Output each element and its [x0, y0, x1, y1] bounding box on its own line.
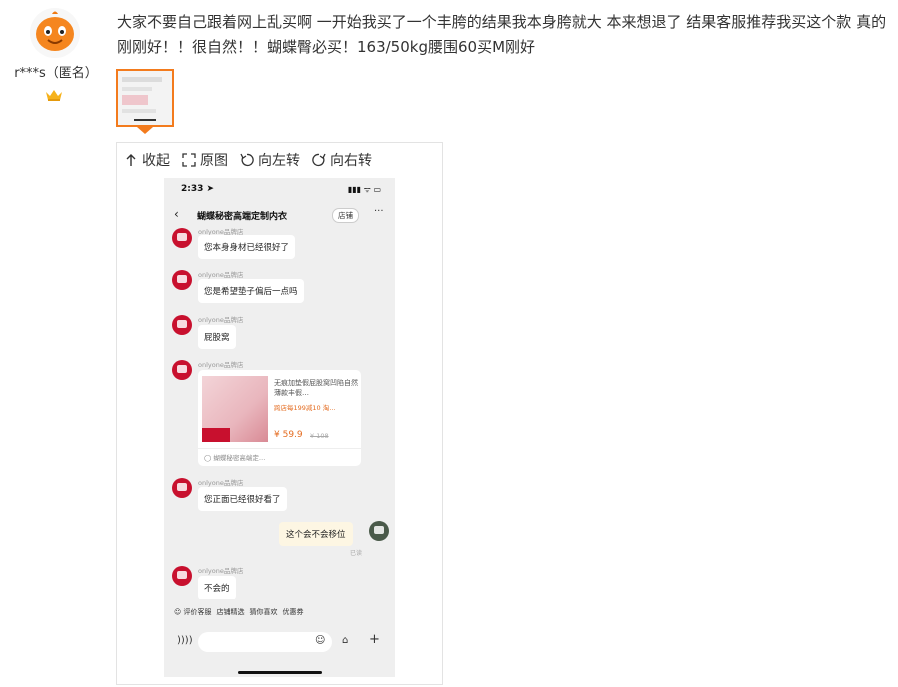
- shop-avatar: [172, 228, 192, 248]
- shop-avatar: [172, 478, 192, 498]
- message-sender: onlyone品牌店: [198, 479, 244, 487]
- shop-avatar: [172, 315, 192, 335]
- product-shop: ◯ 蝴蝶秘密高端定…: [204, 454, 266, 462]
- shop-bag-icon: ⌂: [342, 635, 349, 646]
- message-bubble: 您本身身材已经很好了: [198, 235, 296, 259]
- review-image-thumbnail[interactable]: [116, 69, 174, 127]
- review-text: 大家不要自己跟着网上乱买啊 一开始我买了一个丰胯的结果我本身胯就大 本来想退了 …: [117, 13, 887, 56]
- orange-mascot-avatar: [30, 8, 80, 58]
- rotate-right-label: 向右转: [330, 153, 372, 169]
- user-avatar-small: [369, 521, 389, 541]
- plus-icon: +: [369, 632, 380, 647]
- status-time: 2:33 ➤: [181, 184, 215, 194]
- quick-reply: 猜你喜欢: [249, 608, 278, 616]
- crown-icon: [44, 87, 64, 101]
- shop-avatar: [172, 270, 192, 290]
- back-icon: ‹: [174, 207, 179, 221]
- original-image-button[interactable]: 原图: [182, 150, 228, 170]
- rotate-left-button[interactable]: 向左转: [240, 150, 300, 170]
- expand-icon: [182, 153, 196, 167]
- message-sender: onlyone品牌店: [198, 567, 244, 575]
- collapse-button[interactable]: 收起: [124, 150, 170, 170]
- original-label: 原图: [200, 153, 228, 169]
- message-sender: onlyone品牌店: [198, 316, 244, 324]
- chat-screenshot-image: 2:33 ➤ ▮▮▮ ᯤ ▭ ‹ 蝴蝶秘密高端定制内衣 店铺 ··· onlyo…: [164, 178, 395, 677]
- home-indicator: [238, 671, 322, 674]
- rotate-right-button[interactable]: 向右转: [312, 150, 372, 170]
- chat-title: 蝴蝶秘密高端定制内衣: [197, 212, 288, 222]
- message-bubble: 您正面已经很好看了: [198, 487, 287, 511]
- emoji-icon: ☺: [315, 635, 326, 646]
- product-promo: 跨店每199减10 淘…: [274, 404, 336, 412]
- status-icons: ▮▮▮ ᯤ ▭: [347, 185, 381, 194]
- rotate-right-icon: [312, 153, 326, 167]
- chat-input-bar: )))) ☺ ⌂ +: [164, 625, 395, 677]
- product-price: ¥ 59.9: [274, 430, 303, 440]
- quick-reply: 店铺精选: [216, 608, 245, 616]
- product-card: 无痕加垫假屁股窝凹陷自然薄款丰假… 跨店每199减10 淘… ¥ 59.9 ¥ …: [198, 370, 361, 466]
- message-sender: onlyone品牌店: [198, 361, 244, 369]
- thumbnail-pointer: [137, 127, 153, 134]
- card-divider: [198, 448, 361, 449]
- chat-header: ‹ 蝴蝶秘密高端定制内衣 店铺 ···: [164, 200, 395, 228]
- product-title: 无痕加垫假屁股窝凹陷自然薄款丰假…: [274, 379, 358, 397]
- message-sender: onlyone品牌店: [198, 271, 244, 279]
- quick-reply: 优惠券: [282, 608, 304, 616]
- voice-icon: )))): [177, 635, 193, 646]
- shop-button: 店铺: [332, 208, 359, 223]
- chat-input-field: [198, 632, 332, 652]
- arrow-up-icon: [126, 154, 136, 166]
- shop-avatar: [172, 566, 192, 586]
- phone-status-bar: 2:33 ➤ ▮▮▮ ᯤ ▭: [164, 178, 395, 200]
- quick-reply-bar: ☺ 评价客服 店铺精选 猜你喜欢 优惠券: [164, 599, 395, 625]
- product-image: [202, 376, 268, 442]
- user-avatar: [30, 8, 80, 58]
- message-bubble: 屁股窝: [198, 325, 236, 349]
- rotate-left-icon: [240, 153, 254, 167]
- rotate-left-label: 向左转: [258, 153, 300, 169]
- product-old-price: ¥ 108: [310, 432, 329, 440]
- more-icon: ···: [374, 206, 384, 217]
- shop-avatar: [172, 360, 192, 380]
- viewer-toolbar: 收起 原图 向左转 向右转: [124, 150, 372, 170]
- reviewer-name: r***s（匿名）: [14, 66, 98, 81]
- read-status: 已读: [350, 550, 363, 557]
- message-bubble: 您是希望垫子偏后一点吗: [198, 279, 304, 303]
- quick-reply: ☺ 评价客服: [174, 608, 212, 616]
- user-message-bubble: 这个会不会移位: [279, 522, 353, 546]
- collapse-label: 收起: [142, 153, 170, 169]
- message-bubble: 不会的: [198, 576, 236, 600]
